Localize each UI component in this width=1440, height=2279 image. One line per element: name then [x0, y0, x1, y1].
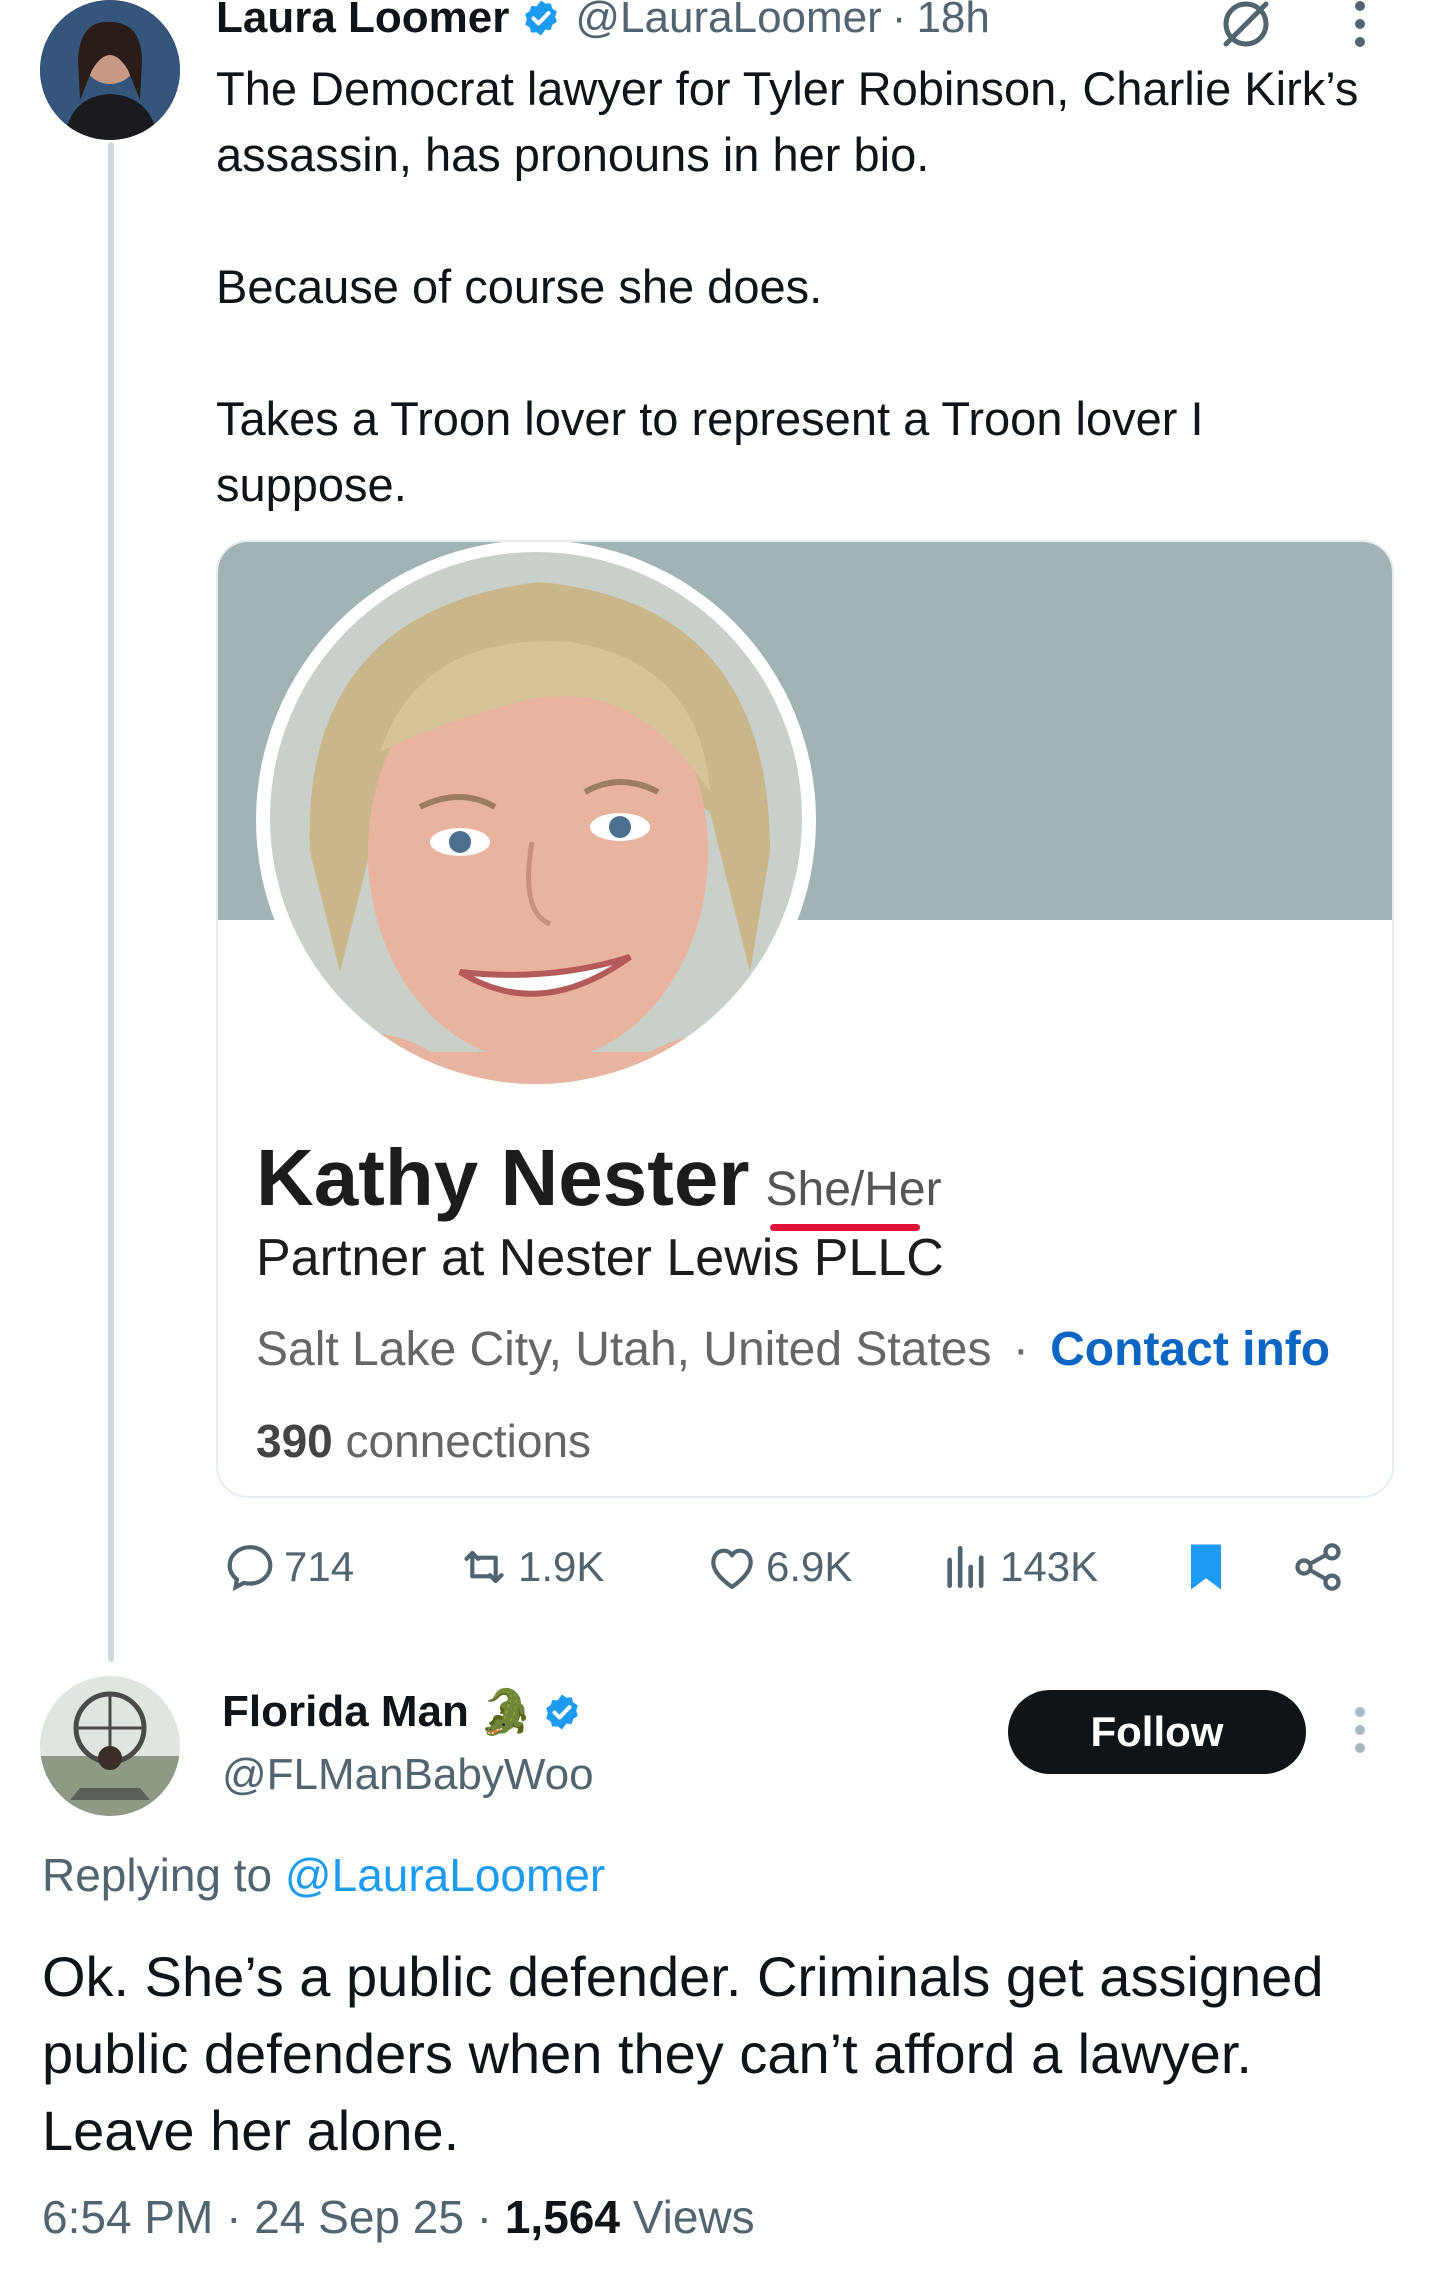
header-separator: ·: [891, 0, 907, 42]
profile-location-row: Salt Lake City, Utah, United States · Co…: [256, 1323, 1331, 1376]
thread-connector-line: [108, 142, 114, 1662]
replying-to: Replying to @LauraLoomer: [42, 1849, 606, 1901]
tweet-image-card[interactable]: Kathy Nester She/Her Partner at Nester L…: [216, 540, 1394, 1498]
bookmark-icon: [1191, 1544, 1221, 1590]
repost-button[interactable]: 1.9K: [456, 1532, 604, 1602]
reply-views-label: Views: [632, 2191, 755, 2243]
reply-author-name[interactable]: Florida Man: [222, 1687, 469, 1737]
profile-location: Salt Lake City, Utah, United States: [256, 1323, 992, 1376]
profile-name-row: Kathy Nester She/Her: [256, 1132, 942, 1231]
tweet-time[interactable]: 18h: [916, 0, 989, 43]
reply-more-icon[interactable]: [1340, 1704, 1380, 1764]
reply-icon: [227, 1545, 273, 1592]
like-icon: [711, 1548, 753, 1589]
follow-button[interactable]: Follow: [1008, 1690, 1306, 1774]
reply-button[interactable]: 714: [222, 1532, 354, 1602]
reply-verified-badge-icon: [542, 1692, 582, 1732]
reply-text: Ok. She’s a public defender. Criminals g…: [42, 1945, 1324, 2162]
tweet-header: Laura Loomer @LauraLoomer · 18h: [216, 0, 990, 48]
author-handle[interactable]: @LauraLoomer: [575, 0, 881, 43]
reply-views-count: 1,564: [504, 2191, 620, 2243]
reply-header: Florida Man 🐊: [222, 1682, 582, 1742]
views-button[interactable]: 143K: [938, 1532, 1098, 1602]
share-icon: [1295, 1543, 1341, 1591]
repost-icon: [464, 1550, 504, 1584]
author-avatar[interactable]: [40, 0, 180, 140]
tweet-text: The Democrat lawyer for Tyler Robinson, …: [216, 62, 1359, 511]
profile-name: Kathy Nester: [256, 1133, 750, 1222]
author-name[interactable]: Laura Loomer: [216, 0, 509, 43]
profile-pronouns: She/Her: [766, 1162, 942, 1231]
reply-time[interactable]: 6:54 PM: [42, 2191, 213, 2243]
verified-badge-icon: [521, 0, 561, 38]
reply-date[interactable]: 24 Sep 25: [254, 2191, 464, 2243]
profile-connections: 390 connections: [256, 1415, 592, 1467]
alligator-emoji: 🐊: [478, 1688, 534, 1737]
tweet-action-bar: 714 1.9K 6.9K 143K: [216, 1532, 1396, 1602]
bookmark-button[interactable]: [1176, 1532, 1242, 1602]
reply-meta: 6:54 PM · 24 Sep 25 · 1,564 Views: [42, 2191, 755, 2243]
views-icon: [947, 1546, 984, 1588]
grok-icon[interactable]: [1218, 0, 1274, 52]
reply-author-avatar[interactable]: [40, 1676, 180, 1816]
contact-info-link: Contact info: [1050, 1323, 1331, 1376]
reply-author-handle[interactable]: @FLManBabyWoo: [222, 1750, 594, 1800]
replying-to-handle[interactable]: @LauraLoomer: [285, 1849, 605, 1901]
profile-photo: [270, 552, 802, 1084]
like-button[interactable]: 6.9K: [704, 1532, 852, 1602]
share-button[interactable]: [1290, 1532, 1352, 1602]
profile-headline: Partner at Nester Lewis PLLC: [256, 1229, 944, 1287]
more-icon[interactable]: [1340, 0, 1380, 58]
